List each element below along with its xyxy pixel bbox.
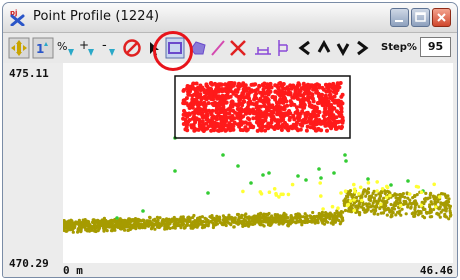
vertical-scrollbar[interactable] <box>453 63 457 263</box>
y-min-label: 470.29 <box>9 257 49 270</box>
ground-points <box>63 187 453 234</box>
step-right-icon[interactable] <box>354 37 370 59</box>
x-min-label: 0 m <box>63 264 83 277</box>
toolbar: 1 % + - Step% 95 <box>3 33 457 63</box>
selected-points <box>181 81 345 133</box>
y-max-label: 475.11 <box>9 67 49 80</box>
point-cloud-canvas <box>63 75 453 234</box>
step-percent-input[interactable]: 95 <box>420 37 451 57</box>
rectangle-select-icon[interactable] <box>165 37 185 59</box>
step-percent-label: Step% <box>381 42 417 53</box>
svg-text:+: + <box>79 38 89 52</box>
arrow-select-icon[interactable] <box>147 37 161 59</box>
add-point-icon[interactable]: + <box>77 37 97 59</box>
maximize-icon <box>415 12 426 22</box>
svg-text:1: 1 <box>36 42 44 56</box>
step-up-icon[interactable] <box>316 37 332 59</box>
app-icon: pj <box>10 9 25 26</box>
window-title: Point Profile (1224) <box>33 9 160 24</box>
maximize-button[interactable] <box>411 8 430 27</box>
step-left-icon[interactable] <box>297 37 313 59</box>
line-number-icon[interactable]: 1 <box>32 37 54 59</box>
cancel-icon[interactable] <box>121 37 143 59</box>
step-down-icon[interactable] <box>335 37 351 59</box>
move-icon[interactable] <box>8 37 30 59</box>
svg-text:%: % <box>57 40 67 53</box>
svg-text:-: - <box>102 38 107 53</box>
add-points-icon[interactable]: % <box>56 37 76 59</box>
clear-select-icon[interactable] <box>228 37 248 59</box>
polygon-select-icon[interactable] <box>188 37 208 59</box>
x-max-label: 46.46 <box>419 264 453 277</box>
horizontal-profile-icon[interactable] <box>253 37 273 59</box>
minimize-button[interactable] <box>390 8 409 27</box>
remove-point-icon[interactable]: - <box>99 37 119 59</box>
close-button[interactable] <box>432 8 451 27</box>
point-profile-window: pj Point Profile (1224) 1 % + - Step% 95… <box>2 2 458 278</box>
profile-plot[interactable] <box>63 63 453 263</box>
vertical-profile-icon[interactable] <box>275 37 293 59</box>
title-bar[interactable]: pj Point Profile (1224) <box>3 3 457 33</box>
close-icon <box>437 13 446 22</box>
y-axis: 475.11 470.29 <box>3 63 63 277</box>
x-axis: 0 m 46.46 <box>63 263 457 277</box>
line-select-icon[interactable] <box>209 37 227 59</box>
minimize-icon <box>395 20 403 22</box>
